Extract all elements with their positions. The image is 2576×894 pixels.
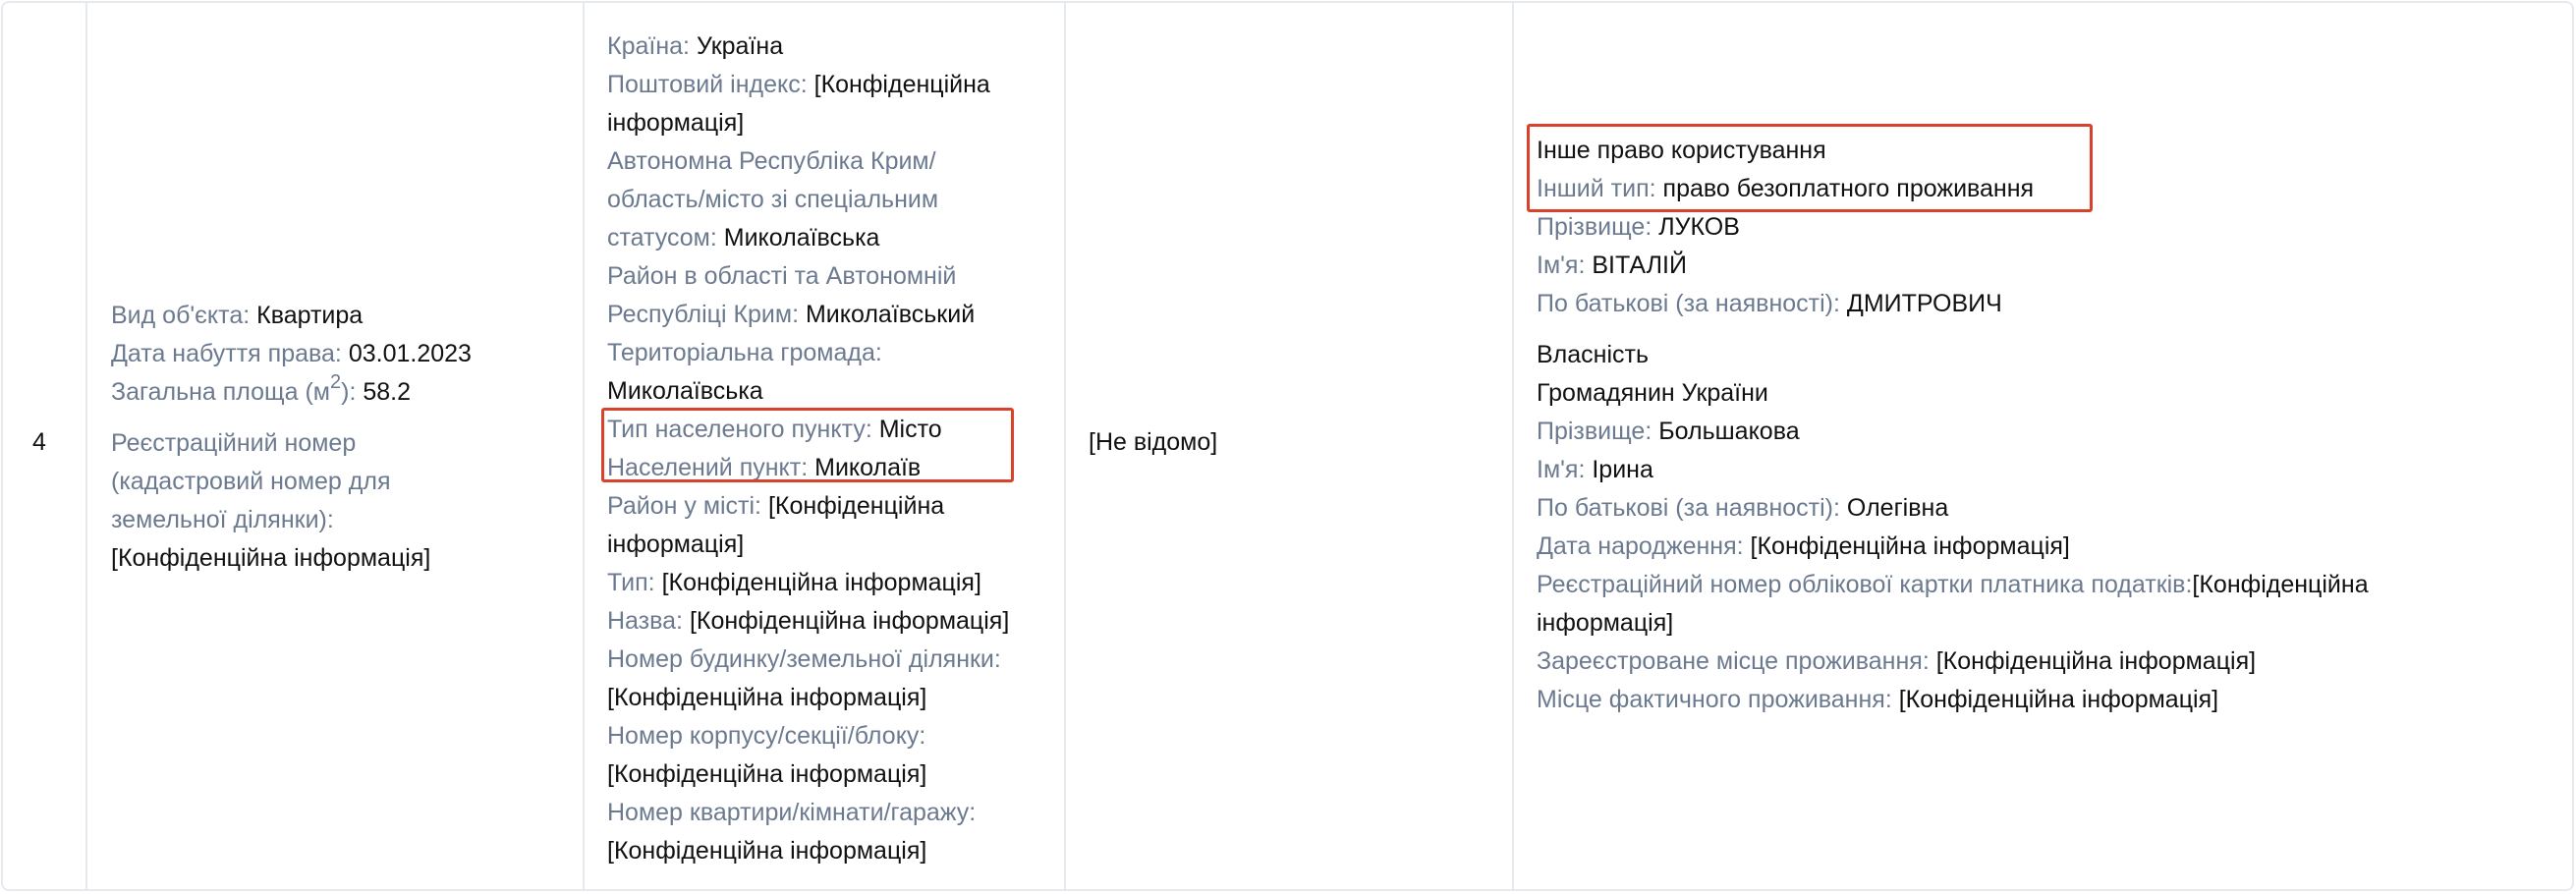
city-district: Район у місті: [Конфіденційна bbox=[607, 492, 945, 520]
region-label: Автономна Республіка Крим/ bbox=[607, 147, 936, 175]
community-label: Територіальна громада: bbox=[607, 339, 882, 366]
postal-code: Поштовий індекс: [Конфіденційна bbox=[607, 71, 990, 98]
column-divider bbox=[1064, 3, 1066, 889]
patronymic-2: По батькові (за наявності): Олегівна bbox=[1537, 494, 1949, 522]
postal-code-cont: інформація] bbox=[607, 109, 745, 137]
tax-number-cont: інформація] bbox=[1537, 609, 1674, 637]
house-label: Номер будинку/земельної ділянки: bbox=[607, 645, 1001, 673]
other-type: Інший тип: право безоплатного проживання bbox=[1537, 175, 2035, 202]
settlement-type: Тип населеного пункту: Місто bbox=[607, 416, 942, 443]
actual-residence: Місце фактичного проживання: [Конфіденці… bbox=[1537, 686, 2219, 713]
rights-info: Інше право користування Інший тип: право… bbox=[1537, 132, 2558, 719]
address-info: Країна: Україна Поштовий індекс: [Конфід… bbox=[607, 28, 1059, 870]
unknown-value: [Не відомо] bbox=[1089, 428, 1218, 456]
object-type: Вид об'єкта: Квартира bbox=[111, 302, 364, 329]
surname-2: Прізвище: Большакова bbox=[1537, 418, 1800, 445]
registered-residence: Зареєстроване місце проживання: [Конфіде… bbox=[1537, 647, 2257, 675]
birth-date: Дата народження: [Конфіденційна інформац… bbox=[1537, 532, 2070, 560]
registration-number-label: (кадастровий номер для bbox=[111, 468, 391, 495]
ownership-title: Власність bbox=[1537, 341, 1650, 368]
tax-number: Реєстраційний номер облікової картки пла… bbox=[1537, 571, 2369, 598]
column-divider bbox=[85, 3, 87, 889]
column-divider bbox=[1512, 3, 1514, 889]
apartment-value: [Конфіденційна інформація] bbox=[607, 837, 927, 865]
acquisition-date: Дата набуття права: 03.01.2023 bbox=[111, 340, 472, 367]
patronymic-1: По батькові (за наявності): ДМИТРОВИЧ bbox=[1537, 290, 2002, 317]
region-label: область/місто зі спеціальним bbox=[607, 186, 939, 213]
house-value: [Конфіденційна інформація] bbox=[607, 684, 927, 711]
registration-number-label: Реєстраційний номер bbox=[111, 429, 357, 457]
district: Республіці Крим: Миколаївський bbox=[607, 301, 976, 328]
building-value: [Конфіденційна інформація] bbox=[607, 760, 927, 788]
street-type: Тип: [Конфіденційна інформація] bbox=[607, 569, 981, 596]
total-area: Загальна площа (м2): 58.2 bbox=[111, 370, 412, 406]
use-right-title: Інше право користування bbox=[1537, 137, 1826, 164]
settlement: Населений пункт: Миколаїв bbox=[607, 454, 922, 481]
citizen: Громадянин України bbox=[1537, 379, 1768, 407]
street-name: Назва: [Конфіденційна інформація] bbox=[607, 607, 1010, 635]
registration-number-label: земельної ділянки): bbox=[111, 506, 334, 533]
apartment-label: Номер квартири/кімнати/гаражу: bbox=[607, 799, 977, 826]
region: статусом: Миколаївська bbox=[607, 224, 880, 251]
building-label: Номер корпусу/секції/блоку: bbox=[607, 722, 926, 750]
column-divider bbox=[583, 3, 585, 889]
community-value: Миколаївська bbox=[607, 377, 763, 405]
surname-1: Прізвище: ЛУКОВ bbox=[1537, 213, 1740, 241]
name-2: Ім'я: Ірина bbox=[1537, 456, 1653, 483]
record-table-row: 4 Вид об'єкта: Квартира Дата набуття пра… bbox=[1, 1, 2574, 891]
row-number: 4 bbox=[32, 428, 46, 456]
registration-number-value: [Конфіденційна інформація] bbox=[111, 544, 431, 572]
city-district-cont: інформація] bbox=[607, 531, 745, 558]
name-1: Ім'я: ВІТАЛІЙ bbox=[1537, 251, 1687, 279]
country: Країна: Україна bbox=[607, 32, 784, 60]
district-label: Район в області та Автономній bbox=[607, 262, 957, 290]
object-info: Вид об'єкта: Квартира Дата набуття права… bbox=[111, 297, 563, 578]
